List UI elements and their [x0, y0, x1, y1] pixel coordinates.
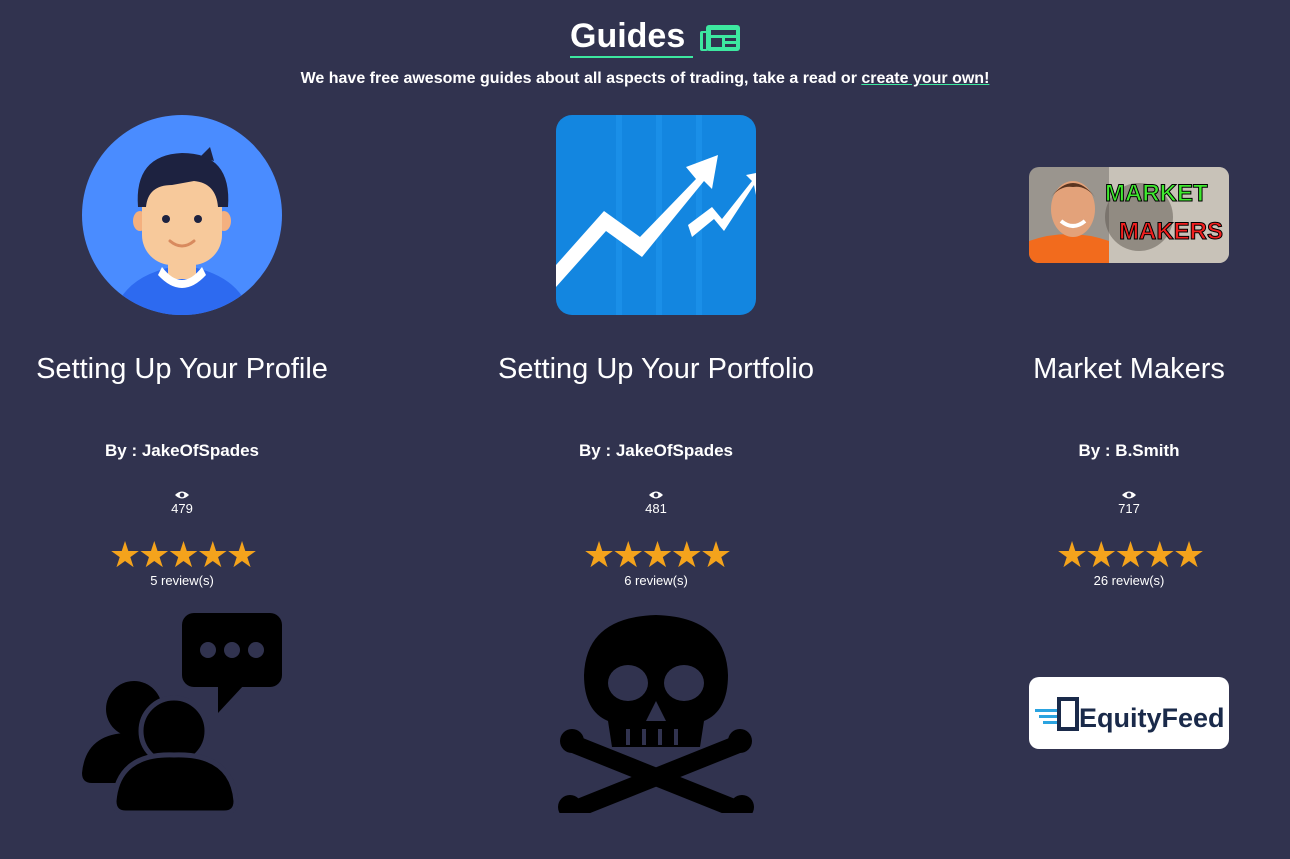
subtitle-text: We have free awesome guides about all as… [300, 70, 862, 87]
star-rating: ★★★★★ [108, 534, 258, 575]
guide-title[interactable]: Setting Up Your Portfolio [446, 353, 866, 386]
review-count: 26 review(s) [1093, 573, 1165, 588]
guide-card[interactable]: Setting Up Your Profile By : JakeOfSpade… [0, 115, 392, 595]
guide-card[interactable] [0, 613, 392, 859]
page-title: Guides [570, 16, 694, 58]
trending-chart-image[interactable] [556, 115, 756, 315]
star-rating: ★★★★★ [1055, 534, 1205, 575]
market-makers-thumbnail[interactable]: MARKET MAKERS [1029, 167, 1229, 263]
view-count: 717 [1118, 501, 1140, 516]
guide-card[interactable]: MARKET MAKERS Market Makers By : B.Smith… [919, 115, 1290, 595]
guide-author: By : B.Smith [1078, 441, 1180, 460]
star-rating: ★★★★★ [582, 534, 732, 575]
community-chat-image[interactable] [82, 613, 282, 813]
page-header: Guides [0, 16, 1290, 60]
view-count: 479 [171, 501, 193, 516]
guide-author: By : JakeOfSpades [104, 441, 259, 460]
profile-avatar-image[interactable] [82, 115, 282, 315]
eye-icon [0, 487, 392, 501]
eye-icon [919, 487, 1290, 501]
guide-title[interactable]: Market Makers [919, 353, 1290, 386]
equityfeed-logo-image[interactable]: EquityFeed [1029, 677, 1229, 749]
newspaper-icon [700, 25, 740, 51]
guide-author: By : JakeOfSpades [578, 441, 733, 460]
svg-text:EquityFeed: EquityFeed [1079, 703, 1225, 733]
eye-icon [446, 487, 866, 501]
view-count: 481 [645, 501, 667, 516]
guide-card[interactable]: EquityFeed [919, 613, 1290, 859]
skull-crossbones-image[interactable] [556, 613, 756, 813]
guide-card[interactable]: Setting Up Your Portfolio By : JakeOfSpa… [446, 115, 866, 595]
svg-text:MARKET: MARKET [1105, 180, 1208, 207]
review-count: 5 review(s) [150, 573, 214, 588]
review-count: 6 review(s) [624, 573, 688, 588]
guide-title[interactable]: Setting Up Your Profile [0, 353, 392, 386]
svg-text:MAKERS: MAKERS [1119, 218, 1223, 245]
page-subtitle: We have free awesome guides about all as… [0, 70, 1290, 88]
create-guide-link[interactable]: create your own! [861, 70, 989, 87]
guide-card[interactable] [446, 613, 866, 859]
